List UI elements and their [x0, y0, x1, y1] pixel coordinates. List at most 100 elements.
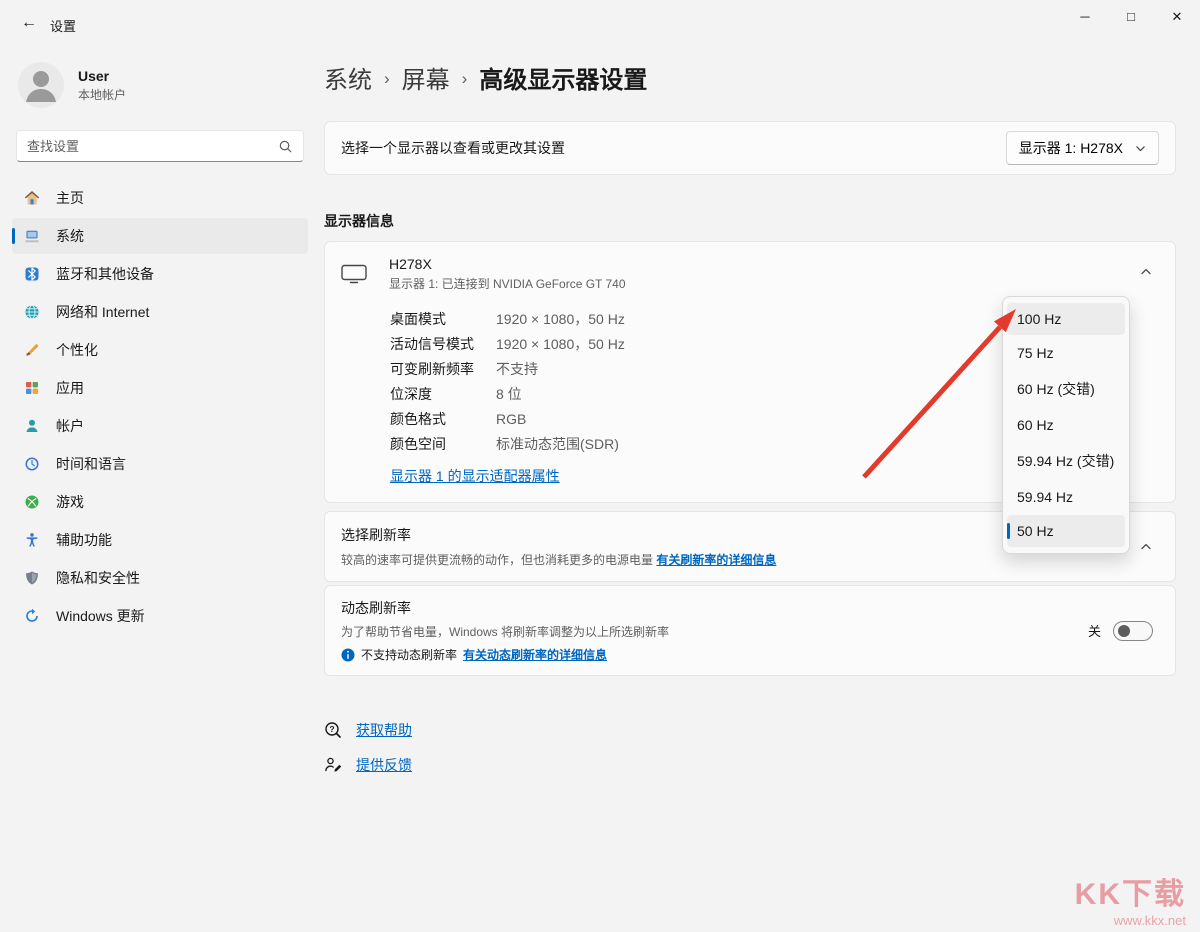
- window-controls: ─ □ ✕: [1062, 0, 1200, 33]
- info-label: 颜色空间: [390, 434, 496, 454]
- sidebar-item-time-language[interactable]: 时间和语言: [12, 446, 308, 482]
- sidebar-item-home[interactable]: 主页: [12, 180, 308, 216]
- breadcrumb-item[interactable]: 系统: [324, 60, 372, 95]
- breadcrumb-item[interactable]: 屏幕: [402, 60, 450, 95]
- dynamic-refresh-toggle-group: 关: [1088, 621, 1153, 641]
- info-value: 标准动态范围(SDR): [496, 434, 619, 454]
- dynamic-refresh-notice: 不支持动态刷新率: [361, 646, 457, 663]
- search-input[interactable]: [27, 139, 278, 154]
- option-label: 100 Hz: [1017, 311, 1061, 327]
- refresh-rate-option[interactable]: 50 Hz: [1007, 515, 1125, 547]
- refresh-rate-expander-button[interactable]: [1129, 531, 1163, 563]
- get-help-link[interactable]: 获取帮助: [356, 720, 412, 740]
- maximize-button[interactable]: □: [1108, 0, 1154, 33]
- info-value: 8 位: [496, 384, 522, 404]
- monitor-name: H278X: [389, 256, 626, 272]
- sidebar-item-label: Windows 更新: [56, 606, 145, 626]
- dynamic-refresh-toggle[interactable]: [1113, 621, 1153, 641]
- display-selector-label: 选择一个显示器以查看或更改其设置: [341, 138, 565, 158]
- chevron-down-icon: [1135, 143, 1146, 154]
- option-label: 59.94 Hz: [1017, 489, 1073, 505]
- info-label: 活动信号模式: [390, 334, 496, 354]
- sidebar-item-label: 帐户: [56, 416, 84, 436]
- refresh-rate-option[interactable]: 100 Hz: [1007, 303, 1125, 335]
- refresh-rate-more-link[interactable]: 有关刷新率的详细信息: [656, 553, 776, 567]
- option-label: 60 Hz: [1017, 417, 1054, 433]
- dynamic-refresh-notice-row: 不支持动态刷新率 有关动态刷新率的详细信息: [341, 646, 1159, 663]
- chevron-up-icon: [1140, 541, 1152, 553]
- feedback-row: 提供反馈: [324, 755, 1176, 775]
- accessibility-icon: [24, 532, 40, 548]
- display-selector-dropdown[interactable]: 显示器 1: H278X: [1006, 131, 1159, 165]
- sidebar-item-windows-update[interactable]: Windows 更新: [12, 598, 308, 634]
- option-label: 75 Hz: [1017, 345, 1054, 361]
- sidebar-item-label: 时间和语言: [56, 454, 126, 474]
- watermark: KK下载 www.kkx.net: [1075, 869, 1186, 928]
- privacy-icon: [24, 570, 40, 586]
- footer-links: ? 获取帮助 提供反馈: [324, 720, 1176, 775]
- sidebar-item-personalization[interactable]: 个性化: [12, 332, 308, 368]
- time-language-icon: [24, 456, 40, 472]
- gaming-icon: [24, 494, 40, 510]
- network-icon: [24, 304, 40, 320]
- refresh-rate-option[interactable]: 59.94 Hz (交错): [1007, 443, 1125, 479]
- watermark-url: www.kkx.net: [1075, 913, 1186, 928]
- chevron-up-icon: [1140, 266, 1152, 278]
- app-title: 设置: [50, 16, 76, 35]
- dynamic-refresh-description: 为了帮助节省电量，Windows 将刷新率调整为以上所选刷新率: [341, 623, 1159, 640]
- sidebar-item-bluetooth[interactable]: 蓝牙和其他设备: [12, 256, 308, 292]
- refresh-rate-option[interactable]: 59.94 Hz: [1007, 481, 1125, 513]
- sidebar-item-label: 个性化: [56, 340, 98, 360]
- accounts-icon: [24, 418, 40, 434]
- svg-text:?: ?: [329, 724, 334, 734]
- feedback-link[interactable]: 提供反馈: [356, 755, 412, 775]
- user-profile[interactable]: User 本地帐户: [18, 62, 302, 108]
- section-title-display-info: 显示器信息: [324, 211, 1176, 231]
- sidebar-nav: 主页系统蓝牙和其他设备网络和 Internet 个性化应用帐户时间和语言游戏辅助功…: [0, 180, 320, 634]
- refresh-rate-flyout: 100 Hz 75 Hz 60 Hz (交错) 60 Hz 59.94 Hz (交错) 5…: [1002, 296, 1130, 554]
- sidebar-item-label: 游戏: [56, 492, 84, 512]
- avatar: [18, 62, 64, 108]
- display-adapter-properties-link[interactable]: 显示器 1 的显示适配器属性: [390, 466, 560, 486]
- breadcrumb-separator: ›: [462, 66, 468, 89]
- breadcrumb: 系统›屏幕›高级显示器设置: [324, 60, 1176, 95]
- sidebar-item-apps[interactable]: 应用: [12, 370, 308, 406]
- refresh-rate-option[interactable]: 60 Hz: [1007, 409, 1125, 441]
- sidebar-item-label: 隐私和安全性: [56, 568, 140, 588]
- refresh-rate-option[interactable]: 75 Hz: [1007, 337, 1125, 369]
- personalization-icon: [24, 342, 40, 358]
- sidebar-item-accessibility[interactable]: 辅助功能: [12, 522, 308, 558]
- info-label: 位深度: [390, 384, 496, 404]
- dynamic-refresh-more-link[interactable]: 有关动态刷新率的详细信息: [463, 646, 607, 663]
- system-icon: [24, 228, 40, 244]
- display-selector-value: 显示器 1: H278X: [1019, 138, 1123, 158]
- minimize-button[interactable]: ─: [1062, 0, 1108, 33]
- windows-update-icon: [24, 608, 40, 624]
- close-button[interactable]: ✕: [1154, 0, 1200, 33]
- refresh-rate-description-text: 较高的速率可提供更流畅的动作，但也消耗更多的电源电量: [341, 553, 653, 567]
- toggle-knob: [1118, 625, 1130, 637]
- search-box[interactable]: [16, 130, 304, 162]
- display-info-header[interactable]: H278X 显示器 1: 已连接到 NVIDIA GeForce GT 740: [325, 242, 1175, 302]
- bluetooth-icon: [24, 266, 40, 282]
- sidebar-item-privacy[interactable]: 隐私和安全性: [12, 560, 308, 596]
- info-label: 桌面模式: [390, 309, 496, 329]
- apps-icon: [24, 380, 40, 396]
- info-label: 颜色格式: [390, 409, 496, 429]
- sidebar-item-accounts[interactable]: 帐户: [12, 408, 308, 444]
- get-help-row: ? 获取帮助: [324, 720, 1176, 740]
- back-button[interactable]: ←: [12, 8, 46, 38]
- sidebar-item-label: 网络和 Internet: [56, 302, 149, 322]
- refresh-rate-option[interactable]: 60 Hz (交错): [1007, 371, 1125, 407]
- sidebar-item-system[interactable]: 系统: [12, 218, 308, 254]
- info-value: RGB: [496, 411, 526, 427]
- titlebar: ← 设置 ─ □ ✕: [0, 0, 1200, 48]
- sidebar-item-network[interactable]: 网络和 Internet: [12, 294, 308, 330]
- option-label: 59.94 Hz (交错): [1017, 453, 1114, 469]
- sidebar-item-label: 主页: [56, 188, 84, 208]
- info-value: 不支持: [496, 359, 538, 379]
- sidebar-item-gaming[interactable]: 游戏: [12, 484, 308, 520]
- sidebar-item-label: 蓝牙和其他设备: [56, 264, 154, 284]
- info-icon: [341, 648, 355, 662]
- collapse-display-info-button[interactable]: [1129, 256, 1163, 288]
